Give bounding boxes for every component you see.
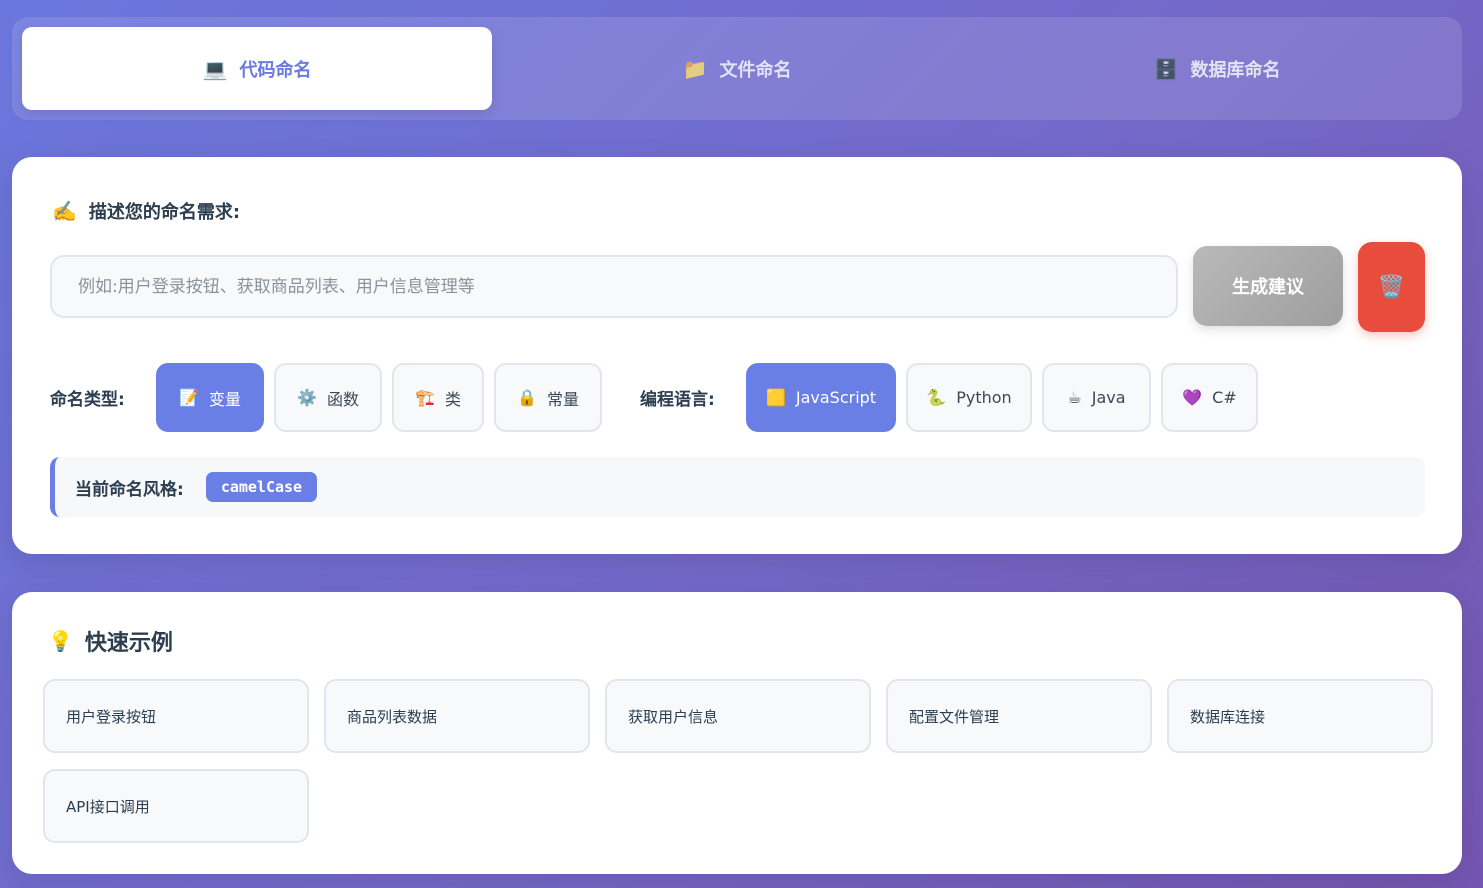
chip-label: 函数 bbox=[326, 389, 359, 409]
requirement-input[interactable] bbox=[50, 255, 1178, 318]
clear-button[interactable]: 🗑️ bbox=[1358, 242, 1425, 332]
naming-type-variable[interactable]: 📝 变量 bbox=[156, 363, 264, 432]
chip-label: 变量 bbox=[208, 389, 241, 409]
file-cabinet-icon: 🗄️ bbox=[1153, 56, 1179, 81]
quick-example-item[interactable]: 获取用户信息 bbox=[605, 679, 871, 753]
quick-example-item[interactable]: 用户登录按钮 bbox=[43, 679, 309, 753]
quick-example-item[interactable]: API接口调用 bbox=[43, 769, 309, 843]
language-csharp[interactable]: 💜 C# bbox=[1161, 363, 1258, 432]
naming-type-label: 命名类型: bbox=[50, 390, 125, 410]
language-python[interactable]: 🐍 Python bbox=[906, 363, 1032, 432]
folder-icon: 📁 bbox=[682, 56, 708, 81]
quick-examples-title-text: 快速示例 bbox=[84, 631, 173, 656]
gear-icon: ⚙️ bbox=[297, 388, 317, 407]
lightbulb-icon: 💡 bbox=[48, 629, 73, 653]
memo-icon: 📝 bbox=[179, 388, 199, 407]
naming-type-class[interactable]: 🏗️ 类 bbox=[392, 363, 484, 432]
generate-suggestions-button[interactable]: 生成建议 bbox=[1193, 246, 1343, 326]
quick-examples-title: 💡 快速示例 bbox=[48, 625, 173, 657]
chip-label: 常量 bbox=[546, 389, 579, 409]
quick-examples-grid: 用户登录按钮 商品列表数据 获取用户信息 配置文件管理 数据库连接 API接口调… bbox=[43, 679, 1433, 843]
purple-heart-icon: 💜 bbox=[1182, 388, 1203, 407]
quick-examples-card: 💡 快速示例 用户登录按钮 商品列表数据 获取用户信息 配置文件管理 数据库连接… bbox=[12, 592, 1462, 874]
construction-icon: 🏗️ bbox=[415, 388, 435, 407]
chip-label: Python bbox=[956, 388, 1012, 407]
language-label: 编程语言: bbox=[640, 390, 715, 410]
requirement-label: ✍️ 描述您的命名需求: bbox=[52, 198, 240, 224]
writing-hand-icon: ✍️ bbox=[52, 199, 77, 223]
naming-input-card: ✍️ 描述您的命名需求: 生成建议 🗑️ 命名类型: 📝 变量 ⚙️ 函数 🏗️… bbox=[12, 157, 1462, 554]
laptop-icon: 💻 bbox=[202, 56, 228, 81]
naming-type-function[interactable]: ⚙️ 函数 bbox=[274, 363, 382, 432]
language-java[interactable]: ☕ Java bbox=[1042, 363, 1151, 432]
yellow-square-icon: 🟨 bbox=[765, 388, 786, 407]
tab-label: 数据库命名 bbox=[1190, 59, 1281, 81]
style-badge: camelCase bbox=[205, 472, 318, 502]
snake-icon: 🐍 bbox=[926, 388, 947, 407]
quick-example-item[interactable]: 数据库连接 bbox=[1167, 679, 1433, 753]
chip-label: 类 bbox=[444, 389, 461, 409]
naming-category-tabs: 💻 代码命名 📁 文件命名 🗄️ 数据库命名 bbox=[12, 17, 1462, 120]
requirement-label-text: 描述您的命名需求: bbox=[88, 202, 241, 223]
quick-example-item[interactable]: 配置文件管理 bbox=[886, 679, 1152, 753]
chip-label: Java bbox=[1091, 388, 1126, 407]
chip-label: JavaScript bbox=[795, 388, 877, 407]
quick-example-item[interactable]: 商品列表数据 bbox=[324, 679, 590, 753]
current-style-label: 当前命名风格: bbox=[75, 479, 184, 500]
tab-label: 文件命名 bbox=[719, 59, 792, 81]
tab-file-naming[interactable]: 📁 文件命名 bbox=[502, 27, 972, 110]
chip-label: C# bbox=[1212, 388, 1237, 407]
naming-type-constant[interactable]: 🔒 常量 bbox=[494, 363, 602, 432]
coffee-icon: ☕ bbox=[1067, 388, 1082, 407]
tab-database-naming[interactable]: 🗄️ 数据库命名 bbox=[982, 27, 1452, 110]
tab-code-naming[interactable]: 💻 代码命名 bbox=[22, 27, 492, 110]
language-javascript[interactable]: 🟨 JavaScript bbox=[746, 363, 896, 432]
trash-icon: 🗑️ bbox=[1377, 274, 1406, 299]
current-naming-style: 当前命名风格: camelCase bbox=[50, 457, 1425, 517]
lock-icon: 🔒 bbox=[517, 388, 537, 407]
tab-label: 代码命名 bbox=[239, 59, 312, 81]
